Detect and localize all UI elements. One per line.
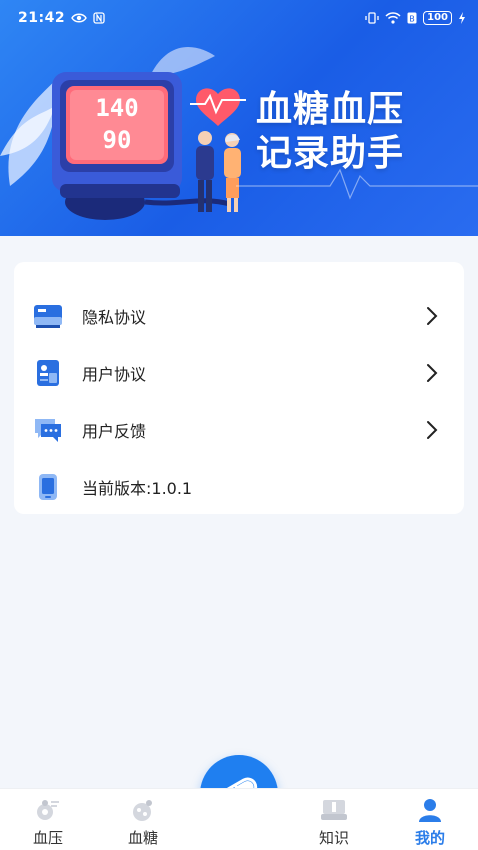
monitor-dia-value: 90 (103, 126, 132, 154)
nav-tab-blood-pressure[interactable]: 血压 (13, 797, 83, 848)
nav-label: 知识 (318, 829, 349, 847)
version-label: 当前版本:1.0.1 (82, 478, 193, 498)
banner-title: 血糖血压 记录助手 (256, 88, 404, 176)
sim-icon: B (407, 12, 417, 24)
battery-level: 100 (423, 11, 452, 25)
vibrate-icon (365, 12, 379, 24)
header-banner: 140 90 21:42 B 100 血糖血压 记录助手 (0, 0, 478, 236)
banner-title-line1: 血糖血压 (256, 89, 405, 130)
menu-item-feedback[interactable]: 用户反馈 (14, 401, 464, 458)
charging-icon (458, 12, 466, 24)
settings-card: 隐私协议 用户协议 用户反馈 当前版本:1.0.1 (14, 262, 464, 514)
blood-pressure-icon (34, 797, 62, 823)
nav-label: 血糖 (127, 829, 158, 847)
monitor-sys-value: 140 (95, 94, 138, 122)
nfc-icon (93, 12, 105, 24)
menu-item-version: 当前版本:1.0.1 (14, 458, 464, 515)
agreement-icon (33, 358, 63, 388)
banner-illustration: 140 90 (0, 47, 478, 220)
banner-title-line2: 记录助手 (256, 133, 405, 174)
menu-item-agreement[interactable]: 用户协议 (14, 344, 464, 401)
feedback-icon (33, 415, 63, 445)
nav-label: 血压 (32, 829, 63, 847)
chevron-right-icon (422, 361, 442, 385)
status-bar: 21:42 B 100 (0, 0, 478, 36)
bottom-nav: 血压 血糖 知识 我的 (0, 788, 478, 850)
menu-item-label: 用户协议 (82, 364, 147, 384)
chevron-right-icon (422, 418, 442, 442)
nav-tab-profile[interactable]: 我的 (395, 797, 465, 848)
menu-item-label: 隐私协议 (82, 307, 147, 327)
privacy-icon (33, 301, 63, 331)
wifi-icon (385, 12, 401, 24)
eye-icon (71, 12, 87, 24)
nav-label: 我的 (414, 829, 445, 847)
nav-tab-knowledge[interactable]: 知识 (299, 797, 369, 848)
menu-item-label: 用户反馈 (82, 421, 147, 441)
blood-sugar-icon (129, 797, 157, 823)
nav-tab-blood-sugar[interactable]: 血糖 (108, 797, 178, 848)
svg-text:B: B (409, 15, 415, 24)
knowledge-icon (320, 797, 348, 823)
profile-icon (416, 797, 444, 823)
phone-icon (33, 472, 63, 502)
menu-item-privacy[interactable]: 隐私协议 (14, 287, 464, 344)
chevron-right-icon (422, 304, 442, 328)
status-time: 21:42 (18, 10, 66, 26)
